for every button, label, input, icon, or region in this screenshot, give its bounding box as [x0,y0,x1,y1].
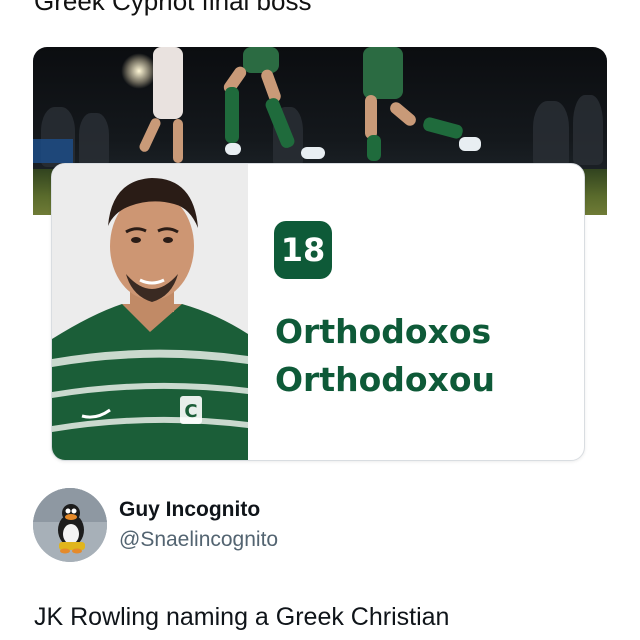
tweet-text: JK Rowling naming a Greek Christian [34,603,450,631]
svg-text:C: C [184,401,197,422]
avatar[interactable] [33,488,107,562]
player-last-name: Orthodoxou [275,360,496,399]
player-card: C 18 Orthodoxos Orthodoxou [51,163,585,461]
player-first-name: Orthodoxos [275,312,492,351]
author-display-name[interactable]: Guy Incognito [119,498,260,522]
player-headshot: C [52,164,248,460]
jersey-number-badge: 18 [274,221,332,279]
player-name: Orthodoxos Orthodoxou [275,308,495,404]
author-handle[interactable]: @Snaelincognito [119,528,278,552]
previous-tweet-text: Greek Cypriot final boss [34,0,312,16]
